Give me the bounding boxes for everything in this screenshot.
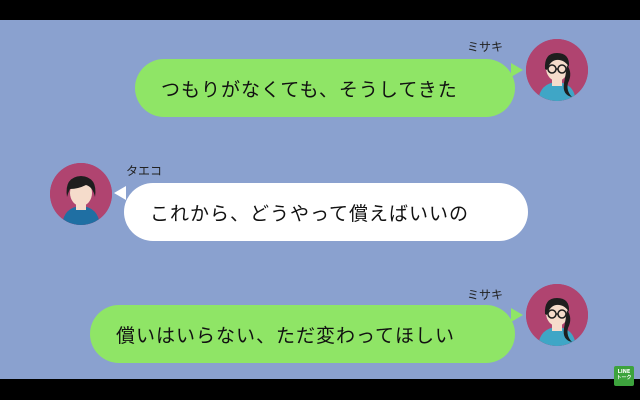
avatar-misaki[interactable] <box>526 284 588 346</box>
sender-name-taeko: タエコ <box>126 164 163 178</box>
message-text: 償いはいらない、ただ変わってほしい <box>116 324 456 347</box>
line-talk-logo: LINE トーク <box>614 366 634 386</box>
bubble-tail <box>511 63 523 77</box>
avatar-misaki[interactable] <box>526 39 588 101</box>
message-bubble-incoming[interactable]: これから、どうやって償えばいいの <box>124 183 528 241</box>
avatar-taeko[interactable] <box>50 163 112 225</box>
message-bubble-outgoing[interactable]: 償いはいらない、ただ変わってほしい <box>90 305 515 363</box>
woman-icon <box>50 163 112 225</box>
woman-with-glasses-icon <box>526 39 588 101</box>
logo-line2: トーク <box>616 375 632 381</box>
chat-area: ミサキ つもりがなくても、そうしてきた タエコ これから、どうやって償えばいいの… <box>0 20 640 379</box>
woman-with-glasses-icon <box>526 284 588 346</box>
sender-name-misaki: ミサキ <box>467 40 504 54</box>
bubble-tail <box>114 186 126 200</box>
video-frame: ミサキ つもりがなくても、そうしてきた タエコ これから、どうやって償えばいいの… <box>0 0 640 400</box>
message-text: これから、どうやって償えばいいの <box>150 202 470 225</box>
message-bubble-outgoing[interactable]: つもりがなくても、そうしてきた <box>135 59 515 117</box>
sender-name-misaki: ミサキ <box>467 288 504 302</box>
message-text: つもりがなくても、そうしてきた <box>161 78 458 101</box>
bubble-tail <box>511 308 523 322</box>
